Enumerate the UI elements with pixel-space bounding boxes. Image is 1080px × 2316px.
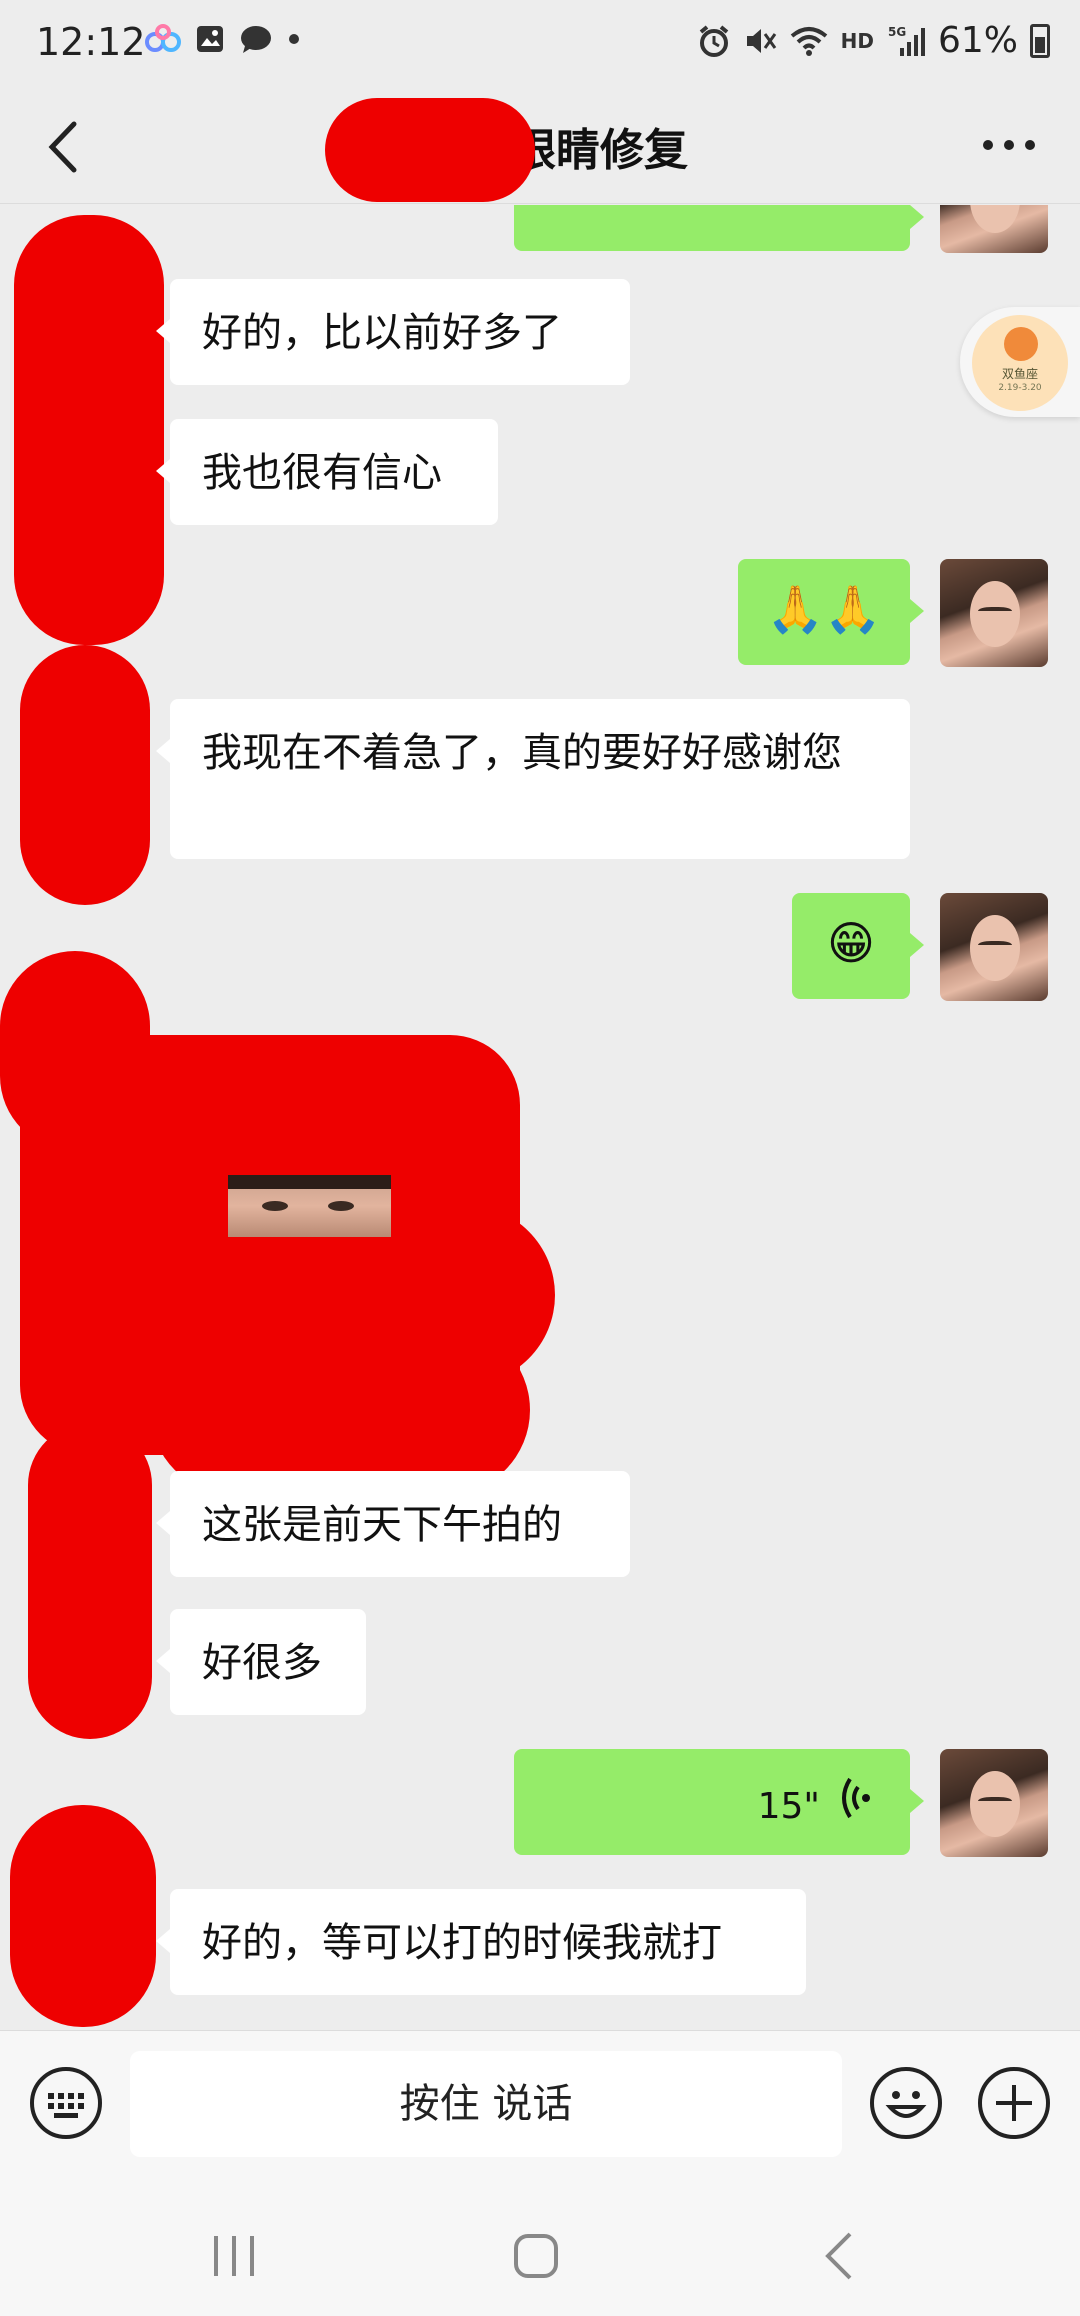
home-icon [514, 2234, 558, 2278]
incoming-message-bubble[interactable]: 好的，等可以打的时候我就打 [156, 1889, 806, 1995]
redaction-mark [20, 645, 150, 905]
grinning-emoji: 😁 [827, 916, 875, 970]
eye-shape [262, 1201, 288, 1211]
incoming-message-bubble[interactable]: 我也很有信心 [156, 419, 498, 525]
zodiac-date: 2.19-3.20 [998, 383, 1042, 393]
incoming-message-bubble[interactable]: 好的，比以前好多了 [156, 279, 630, 385]
message-text: 好的，比以前好多了 [202, 310, 562, 356]
redaction-mark [325, 98, 535, 202]
zodiac-float-widget[interactable]: 双鱼座 2.19-3.20 [960, 307, 1080, 417]
self-avatar[interactable] [940, 1749, 1048, 1857]
system-back-button[interactable] [800, 2226, 880, 2286]
incoming-message-bubble[interactable]: 这张是前天下午拍的 [156, 1471, 630, 1577]
more-dots-icon [983, 140, 1035, 150]
network-label: HD [840, 28, 874, 53]
chat-title: 眼睛修复 [0, 114, 1080, 178]
battery-icon [1030, 23, 1050, 58]
voice-wave-icon [842, 1777, 870, 1819]
keyboard-icon [48, 2093, 84, 2118]
system-nav-bar [0, 2190, 1080, 2316]
message-text: 好很多 [202, 1640, 322, 1686]
message-icon [241, 26, 271, 53]
message-text: 我也很有信心 [202, 450, 442, 496]
incoming-message-bubble[interactable]: 好很多 [156, 1609, 366, 1715]
gallery-icon [197, 26, 223, 52]
status-time: 12:12 [36, 20, 146, 64]
meta-app-icon [145, 24, 181, 52]
emoji-button[interactable] [870, 2067, 942, 2139]
incoming-message-bubble[interactable]: 我现在不着急了，真的要好好感谢您 [156, 699, 910, 859]
status-right: HD 5G 61% [697, 20, 1050, 61]
signal-5g-icon: 5G [888, 25, 925, 56]
message-text: 好的，等可以打的时候我就打 [202, 1920, 722, 1966]
recents-icon [214, 2236, 254, 2276]
outgoing-message-bubble[interactable]: 🙏🙏 [738, 559, 924, 665]
home-button[interactable] [496, 2226, 576, 2286]
message-text: 这张是前天下午拍的 [202, 1502, 562, 1548]
alarm-icon [699, 24, 728, 57]
recents-button[interactable] [194, 2226, 274, 2286]
plus-icon [996, 2085, 1032, 2121]
folded-hands-emoji: 🙏🙏 [766, 582, 882, 636]
status-left-icons [145, 24, 301, 54]
wifi-icon [790, 26, 827, 56]
smiley-icon [885, 2091, 927, 2118]
chat-title-text: 眼睛修复 [512, 125, 688, 176]
back-icon [825, 2232, 852, 2280]
zodiac-mascot-icon [1004, 327, 1038, 361]
self-avatar[interactable] [940, 559, 1048, 667]
more-button[interactable] [974, 120, 1044, 170]
self-avatar[interactable] [940, 893, 1048, 1001]
redaction-mark [150, 1325, 530, 1495]
photo-thumbnail[interactable] [228, 1175, 391, 1237]
zodiac-title: 双鱼座 [1001, 367, 1038, 381]
more-actions-button[interactable] [978, 2067, 1050, 2139]
outgoing-message-bubble[interactable]: 😁 [792, 893, 924, 999]
zodiac-badge: 双鱼座 2.19-3.20 [972, 315, 1068, 411]
redaction-mark [28, 1423, 152, 1739]
input-bar: 按住 说话 [0, 2030, 1080, 2190]
eye-shape [328, 1201, 354, 1211]
mute-icon [746, 28, 776, 53]
redaction-mark [10, 1805, 156, 2027]
dot-icon [289, 34, 299, 44]
voice-duration: 15" [757, 1786, 820, 1827]
self-avatar[interactable] [940, 205, 1048, 253]
hold-to-talk-button[interactable]: 按住 说话 [130, 2051, 842, 2157]
chat-area[interactable]: 好的，比以前好多了 我也很有信心 双鱼座 2.19-3.20 🙏🙏 我现在不着急… [0, 205, 1080, 2030]
message-text: 我现在不着急了，真的要好好感谢您 [202, 730, 842, 776]
chat-header: 眼睛修复 [0, 90, 1080, 204]
voice-message-bubble[interactable]: 15" [514, 1749, 924, 1855]
battery-percent: 61% [937, 20, 1018, 61]
redaction-mark [14, 215, 164, 645]
status-bar: 12:12 HD 5G 61% [0, 0, 1080, 90]
svg-text:5G: 5G [888, 25, 906, 39]
voice-message-bubble[interactable] [514, 205, 924, 251]
keyboard-toggle-button[interactable] [30, 2067, 102, 2139]
